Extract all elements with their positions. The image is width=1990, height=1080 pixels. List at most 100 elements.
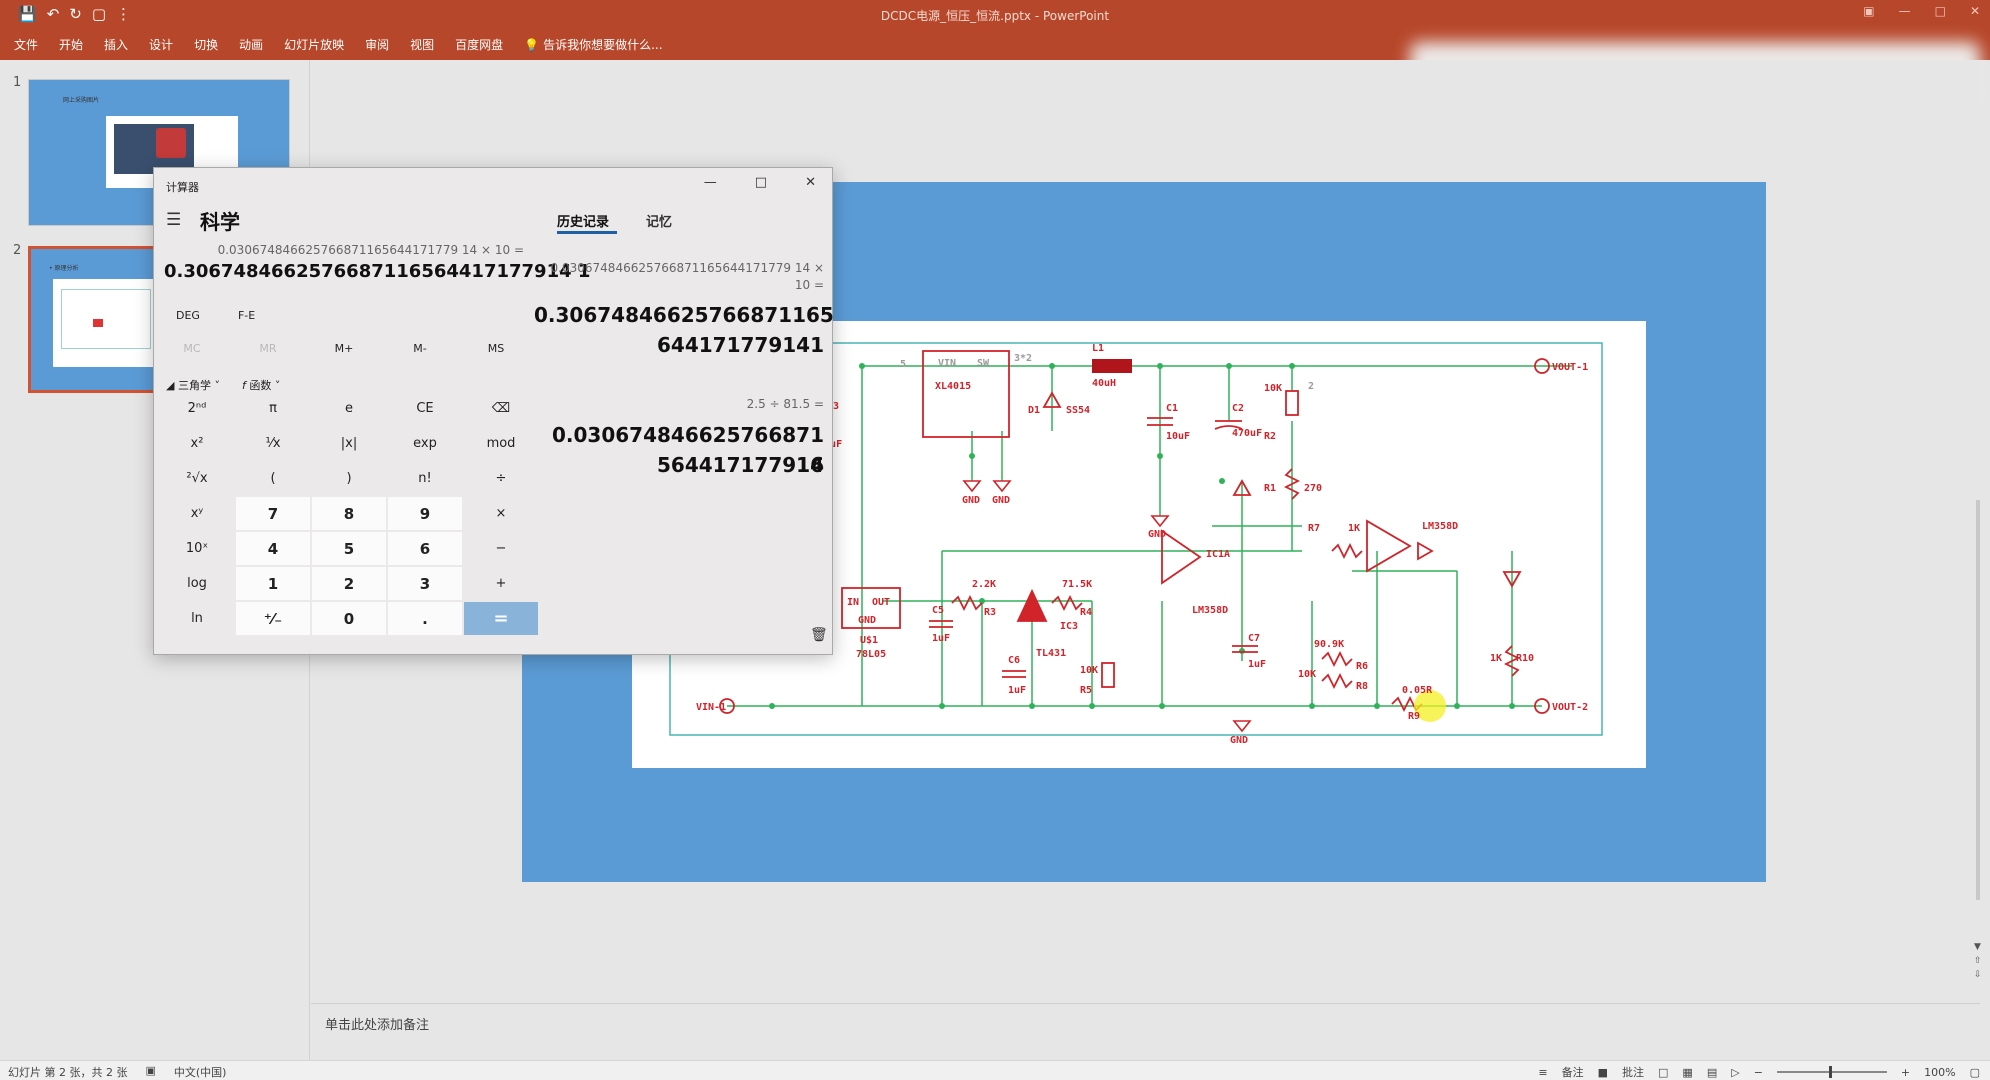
notes-icon[interactable]: ≡ — [1538, 1066, 1547, 1079]
language[interactable]: 中文(中国) — [174, 1064, 227, 1080]
angle-unit-button[interactable]: DEG — [176, 309, 200, 322]
thumbnail-number: 2 — [13, 243, 22, 258]
normal-view-icon[interactable]: □ — [1658, 1066, 1668, 1079]
key-2[interactable]: 2 — [312, 567, 386, 600]
tab-animations[interactable]: 动画 — [239, 36, 263, 53]
tab-slideshow[interactable]: 幻灯片放映 — [284, 36, 344, 53]
label-r2: R2 — [1264, 431, 1276, 442]
calculator-window[interactable]: 计算器 — □ ✕ ☰ 科学 0.03067484662576687116564… — [153, 167, 834, 655]
slideshow-icon[interactable]: ▷ — [1731, 1066, 1739, 1079]
key-divide[interactable]: ÷ — [464, 462, 538, 495]
key-log[interactable]: log — [160, 567, 234, 600]
trash-icon[interactable]: 🗑 — [810, 627, 828, 643]
fit-slide-icon[interactable]: ▢ — [1970, 1066, 1980, 1079]
comments-icon[interactable]: ■ — [1598, 1066, 1608, 1079]
zoom-slider-thumb[interactable] — [1828, 1066, 1832, 1078]
history-result[interactable]: 0.30674846625766871165 — [534, 300, 834, 330]
backspace-icon[interactable]: ⌫ — [464, 392, 538, 425]
key-close-paren[interactable]: ) — [312, 462, 386, 495]
key-negate[interactable]: ⁺⁄₋ — [236, 602, 310, 635]
zoom-level[interactable]: 100% — [1924, 1066, 1955, 1079]
fe-button[interactable]: F-E — [238, 309, 255, 322]
tab-view[interactable]: 视图 — [410, 36, 434, 53]
tell-me-box[interactable]: 💡 告诉我你想要做什么... — [524, 36, 662, 53]
scroll-arrows[interactable]: ▼ ⇧ ⇩ — [1974, 940, 1982, 982]
key-5[interactable]: 5 — [312, 532, 386, 565]
key-ln[interactable]: ln — [160, 602, 234, 635]
trigonometry-dropdown[interactable]: ◢ 三角学 ˅ — [166, 377, 220, 393]
key-exp[interactable]: exp — [388, 427, 462, 460]
history-expression[interactable]: 0.030674846625766871165644171779 14 × — [534, 261, 824, 275]
memory-clear-button: MC — [183, 342, 201, 355]
label-l1v: 40uH — [1092, 378, 1116, 389]
key-7[interactable]: 7 — [236, 497, 310, 530]
key-2nd[interactable]: 2ⁿᵈ — [160, 392, 234, 425]
tab-design[interactable]: 设计 — [149, 36, 173, 53]
minimize-icon[interactable]: — — [1899, 4, 1911, 18]
key-pi[interactable]: π — [236, 392, 310, 425]
key-power[interactable]: xʸ — [160, 497, 234, 530]
function-dropdown[interactable]: f 函数 ˅ — [242, 377, 280, 393]
label-c5v: 1uF — [932, 633, 950, 644]
menu-icon[interactable]: ☰ — [166, 210, 181, 230]
vertical-scrollbar[interactable] — [1976, 500, 1980, 900]
notes-button[interactable]: 备注 — [1562, 1064, 1584, 1080]
slide-sorter-icon[interactable]: ▦ — [1682, 1066, 1692, 1079]
tab-insert[interactable]: 插入 — [104, 36, 128, 53]
memory-add-button[interactable]: M+ — [306, 342, 382, 355]
memory-store-button[interactable]: MS — [458, 342, 534, 355]
notes-pane[interactable]: 单击此处添加备注 — [311, 1003, 1980, 1059]
comments-button[interactable]: 批注 — [1622, 1064, 1644, 1080]
memory-subtract-button[interactable]: M- — [382, 342, 458, 355]
key-1[interactable]: 1 — [236, 567, 310, 600]
key-square[interactable]: x² — [160, 427, 234, 460]
label-ic1a: IC1A — [1206, 549, 1230, 560]
key-open-paren[interactable]: ( — [236, 462, 310, 495]
key-abs[interactable]: |x| — [312, 427, 386, 460]
history-expression[interactable]: 2.5 ÷ 81.5 = — [534, 397, 824, 411]
key-add[interactable]: + — [464, 567, 538, 600]
ribbon-display-icon[interactable]: ▣ — [1863, 4, 1874, 18]
reading-view-icon[interactable]: ▤ — [1707, 1066, 1717, 1079]
key-subtract[interactable]: − — [464, 532, 538, 565]
history-result-2[interactable]: 564417177914 — [534, 450, 824, 480]
label-c1: C1 — [1166, 403, 1178, 414]
key-reciprocal[interactable]: ¹⁄x — [236, 427, 310, 460]
tab-home[interactable]: 开始 — [59, 36, 83, 53]
label-r9: R9 — [1408, 711, 1420, 722]
spellcheck-icon[interactable]: ▣ — [145, 1064, 155, 1080]
key-ten-power[interactable]: 10ˣ — [160, 532, 234, 565]
zoom-slider[interactable] — [1776, 1066, 1887, 1078]
key-8[interactable]: 8 — [312, 497, 386, 530]
tab-file[interactable]: 文件 — [14, 36, 38, 53]
key-4[interactable]: 4 — [236, 532, 310, 565]
lightbulb-icon: 💡 — [524, 37, 540, 52]
key-multiply[interactable]: × — [464, 497, 538, 530]
zoom-in-button[interactable]: + — [1901, 1066, 1910, 1079]
history-result-2[interactable]: 644171779141 — [534, 330, 824, 360]
key-ce[interactable]: CE — [388, 392, 462, 425]
close-icon[interactable]: ✕ — [1970, 4, 1980, 18]
key-mod[interactable]: mod — [464, 427, 538, 460]
key-e[interactable]: e — [312, 392, 386, 425]
key-sqrt[interactable]: ²√x — [160, 462, 234, 495]
minimize-icon[interactable]: — — [704, 175, 717, 190]
tab-history[interactable]: 历史记录 — [557, 211, 609, 230]
tab-memory[interactable]: 记忆 — [646, 211, 672, 230]
maximize-icon[interactable]: □ — [1935, 4, 1946, 18]
key-3[interactable]: 3 — [388, 567, 462, 600]
close-icon[interactable]: ✕ — [805, 175, 816, 190]
maximize-icon[interactable]: □ — [755, 175, 767, 190]
key-0[interactable]: 0 — [312, 602, 386, 635]
tab-baidu-netdisk[interactable]: 百度网盘 — [455, 36, 503, 53]
key-decimal[interactable]: . — [388, 602, 462, 635]
tab-transitions[interactable]: 切换 — [194, 36, 218, 53]
key-equals[interactable]: = — [464, 602, 538, 635]
key-9[interactable]: 9 — [388, 497, 462, 530]
tab-review[interactable]: 审阅 — [365, 36, 389, 53]
zoom-out-button[interactable]: − — [1754, 1066, 1763, 1079]
key-factorial[interactable]: n! — [388, 462, 462, 495]
key-6[interactable]: 6 — [388, 532, 462, 565]
history-expression-2[interactable]: 10 = — [534, 278, 824, 292]
calculator-title: 计算器 — [166, 181, 199, 194]
